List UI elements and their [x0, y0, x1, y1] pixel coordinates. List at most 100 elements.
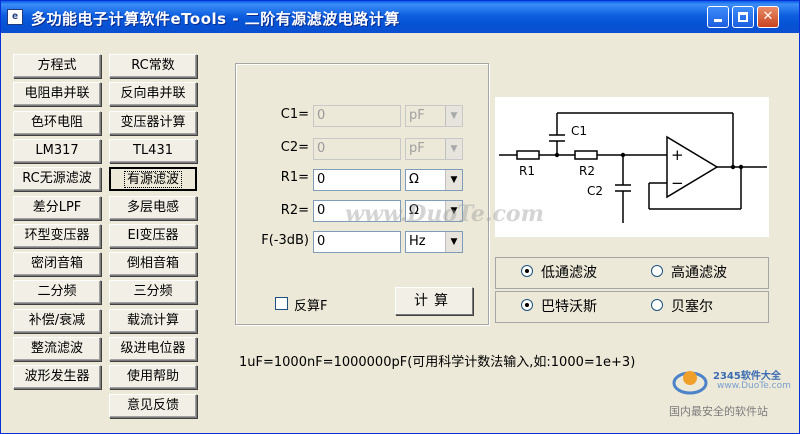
r1-input[interactable]: 0 [313, 169, 401, 191]
c1-unit-value: pF [409, 108, 425, 123]
tool-button[interactable]: 整流滤波 [13, 337, 101, 361]
tool-button[interactable]: 方程式 [13, 54, 101, 78]
c1-unit-select[interactable]: pF ▼ [405, 105, 463, 127]
tool-button[interactable]: EI变压器 [109, 224, 197, 248]
r1-text: R1 [519, 164, 535, 178]
tool-button[interactable]: 载流计算 [109, 309, 197, 333]
tool-button[interactable]: 色环电阻 [13, 111, 101, 135]
tool-button-label: 环型变压器 [24, 228, 90, 243]
r1-resistor [516, 150, 540, 160]
tool-button[interactable]: 环型变压器 [13, 224, 101, 248]
tool-button-label: 变压器计算 [120, 115, 186, 130]
tool-button-label: LM317 [35, 143, 79, 158]
tool-button[interactable]: 使用帮助 [109, 365, 197, 389]
tool-button[interactable]: 三分频 [109, 280, 197, 304]
tool-button-label: RC常数 [131, 58, 175, 73]
c1-input[interactable]: 0 [313, 105, 401, 127]
chevron-down-icon: ▼ [445, 232, 462, 252]
tool-button-label: 方程式 [37, 58, 77, 73]
tool-button-label: 整流滤波 [30, 341, 83, 356]
bessel-label[interactable]: 贝塞尔 [671, 296, 713, 316]
maximize-button[interactable] [732, 6, 754, 28]
tool-button[interactable]: 变压器计算 [109, 111, 197, 135]
low-pass-radio[interactable] [521, 265, 533, 277]
watermark-url: www.DuoTe.com [717, 381, 791, 391]
r1-label: R1= [280, 170, 309, 185]
tool-button-label: 倒相音箱 [126, 256, 179, 271]
reverse-calc-label[interactable]: 反算F [294, 295, 327, 314]
r2-label: R2= [280, 203, 309, 218]
high-pass-radio[interactable] [651, 265, 663, 277]
close-button[interactable]: ✕ [757, 6, 779, 28]
tool-button[interactable]: RC常数 [109, 54, 197, 78]
tool-button[interactable]: RC无源滤波 [13, 167, 101, 191]
title-bar[interactable]: e 多功能电子计算软件eTools - 二阶有源滤波电路计算 ✕ [1, 1, 799, 33]
chevron-down-icon: ▼ [445, 106, 462, 126]
tool-button[interactable]: 反向串并联 [109, 82, 197, 106]
tool-button[interactable]: 波形发生器 [13, 365, 101, 389]
tool-button-label: TL431 [133, 143, 173, 158]
r2-text: R2 [579, 164, 595, 178]
app-window: e 多功能电子计算软件eTools - 二阶有源滤波电路计算 ✕ 方程式 RC常数… [0, 0, 800, 434]
tool-button-label: 三分频 [133, 284, 173, 299]
c2-input[interactable]: 0 [313, 138, 401, 160]
r1-unit-select[interactable]: Ω ▼ [405, 169, 463, 191]
tool-button[interactable]: 有源滤波 [109, 167, 197, 191]
maximize-icon [738, 12, 748, 22]
watermark-brand: 2345软件大全 [713, 371, 781, 382]
watermark-logo-icon [672, 371, 708, 395]
tool-button-label: 意见反馈 [126, 398, 179, 413]
chevron-down-icon: ▼ [445, 170, 462, 190]
tool-button[interactable]: 密闭音箱 [13, 252, 101, 276]
tool-button[interactable]: 二分频 [13, 280, 101, 304]
tool-button[interactable]: 倒相音箱 [109, 252, 197, 276]
butterworth-label[interactable]: 巴特沃斯 [541, 296, 597, 316]
tool-button-label: 波形发生器 [24, 369, 90, 384]
calculate-button[interactable]: 计算 [395, 287, 473, 315]
parameter-group [235, 63, 489, 325]
watermark-tagline: 国内最安全的软件站 [669, 405, 768, 418]
tool-button-label: 密闭音箱 [30, 256, 83, 271]
c2-unit-select[interactable]: pF ▼ [405, 138, 463, 160]
minimize-button[interactable] [707, 6, 729, 28]
tool-button[interactable]: 电阻串并联 [13, 82, 101, 106]
close-icon: ✕ [762, 9, 774, 24]
tool-button[interactable]: 意见反馈 [109, 394, 197, 418]
c2-unit-value: pF [409, 141, 425, 156]
tool-button[interactable]: 级进电位器 [109, 337, 197, 361]
filter-kind-group [495, 291, 769, 323]
tool-button-label: 有源滤波 [123, 171, 183, 188]
r1-unit-value: Ω [409, 172, 419, 187]
junction-dot [730, 164, 736, 170]
tool-button[interactable]: 差分LPF [13, 196, 101, 220]
window-title: 多功能电子计算软件eTools - 二阶有源滤波电路计算 [31, 10, 400, 28]
frequency-input[interactable]: 0 [313, 231, 401, 253]
junction-dot [554, 152, 560, 158]
tool-button[interactable]: 补偿/衰减 [13, 309, 101, 333]
tool-button-label: 多层电感 [126, 200, 179, 215]
c1-text: C1 [571, 124, 587, 138]
watermark-text: www.DuoTe.com [345, 201, 544, 227]
tool-button-label: 使用帮助 [126, 369, 179, 384]
c2-label: C2= [280, 140, 309, 155]
tool-button-label: 色环电阻 [30, 115, 83, 130]
tool-button[interactable]: LM317 [13, 139, 101, 163]
chevron-down-icon: ▼ [445, 139, 462, 159]
app-icon[interactable]: e [7, 9, 23, 25]
c2-text: C2 [587, 184, 603, 198]
tool-button[interactable]: 多层电感 [109, 196, 197, 220]
frequency-unit-select[interactable]: Hz ▼ [405, 231, 463, 253]
frequency-unit-value: Hz [409, 234, 426, 249]
butterworth-radio[interactable] [521, 299, 533, 311]
tool-button-label: 二分频 [37, 284, 77, 299]
reverse-calc-checkbox[interactable] [275, 297, 288, 310]
low-pass-label[interactable]: 低通滤波 [541, 262, 597, 282]
bessel-radio[interactable] [651, 299, 663, 311]
c1-label: C1= [280, 107, 309, 122]
unit-hint: 1uF=1000nF=1000000pF(可用科学计数法输入,如:1000=1e… [239, 355, 636, 370]
tool-button[interactable]: TL431 [109, 139, 197, 163]
high-pass-label[interactable]: 高通滤波 [671, 262, 727, 282]
tool-button-label: 反向串并联 [120, 86, 186, 101]
tool-button-label: 电阻串并联 [24, 86, 90, 101]
opamp-minus-text: − [671, 174, 684, 192]
